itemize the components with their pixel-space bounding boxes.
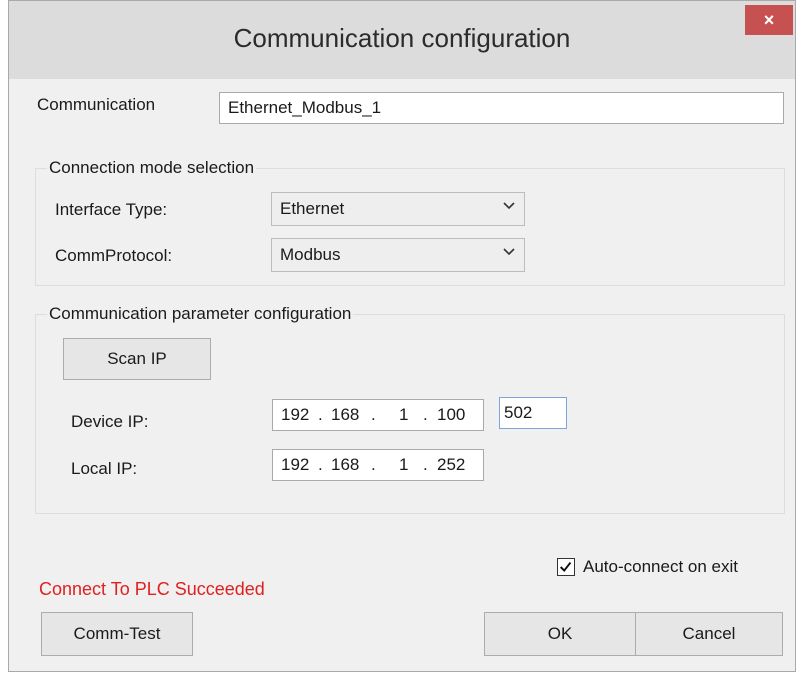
local-ip-octet-4: 252 xyxy=(437,455,466,474)
dialog-title: Communication configuration xyxy=(233,23,571,53)
ip-dot: . xyxy=(371,405,376,424)
local-ip-field[interactable]: 192 . 168 . 1 . 252 xyxy=(272,449,484,481)
ok-button[interactable]: OK xyxy=(484,612,636,656)
interface-type-select[interactable]: Ethernet xyxy=(271,192,525,226)
local-ip-octet-3: 1 xyxy=(399,455,409,474)
ip-dot: . xyxy=(371,455,376,474)
interface-type-label: Interface Type: xyxy=(55,200,168,219)
local-ip-octet-2: 168 xyxy=(331,455,360,474)
port-field[interactable]: 502 xyxy=(499,397,567,429)
port-value: 502 xyxy=(504,403,533,422)
local-ip-octet-1: 192 xyxy=(281,455,310,474)
auto-connect-checkbox[interactable] xyxy=(557,558,575,576)
comm-test-button[interactable]: Comm-Test xyxy=(41,612,193,656)
status-message: Connect To PLC Succeeded xyxy=(39,579,265,599)
device-ip-octet-3: 1 xyxy=(399,405,409,424)
title-bar[interactable]: Communication configuration × xyxy=(9,1,795,79)
communication-name-value: Ethernet_Modbus_1 xyxy=(228,98,382,117)
chevron-down-icon xyxy=(503,202,515,210)
scan-ip-button[interactable]: Scan IP xyxy=(63,338,211,380)
interface-type-value: Ethernet xyxy=(280,199,345,218)
comm-protocol-value: Modbus xyxy=(280,245,341,264)
auto-connect-label[interactable]: Auto-connect on exit xyxy=(583,557,738,577)
device-ip-octet-1: 192 xyxy=(281,405,310,424)
ip-dot: . xyxy=(318,405,323,424)
comm-protocol-label: CommProtocol: xyxy=(55,246,173,265)
device-ip-field[interactable]: 192 . 168 . 1 . 100 xyxy=(272,399,484,431)
chevron-down-icon xyxy=(503,248,515,256)
communication-name-field[interactable]: Ethernet_Modbus_1 xyxy=(219,92,784,124)
comm-protocol-select[interactable]: Modbus xyxy=(271,238,525,272)
check-icon xyxy=(559,561,572,573)
communication-config-dialog: Communication configuration × Communicat… xyxy=(8,0,796,672)
local-ip-label: Local IP: xyxy=(71,459,138,478)
connection-mode-group-title: Connection mode selection xyxy=(47,158,257,178)
ip-dot: . xyxy=(423,405,428,424)
device-ip-label: Device IP: xyxy=(71,412,149,431)
communication-label: Communication xyxy=(37,95,156,114)
ip-dot: . xyxy=(318,455,323,474)
close-icon: × xyxy=(763,10,775,30)
ip-dot: . xyxy=(423,455,428,474)
device-ip-octet-4: 100 xyxy=(437,405,466,424)
comm-params-group-title: Communication parameter configuration xyxy=(47,304,354,324)
close-button[interactable]: × xyxy=(745,5,793,35)
device-ip-octet-2: 168 xyxy=(331,405,360,424)
cancel-button[interactable]: Cancel xyxy=(635,612,783,656)
